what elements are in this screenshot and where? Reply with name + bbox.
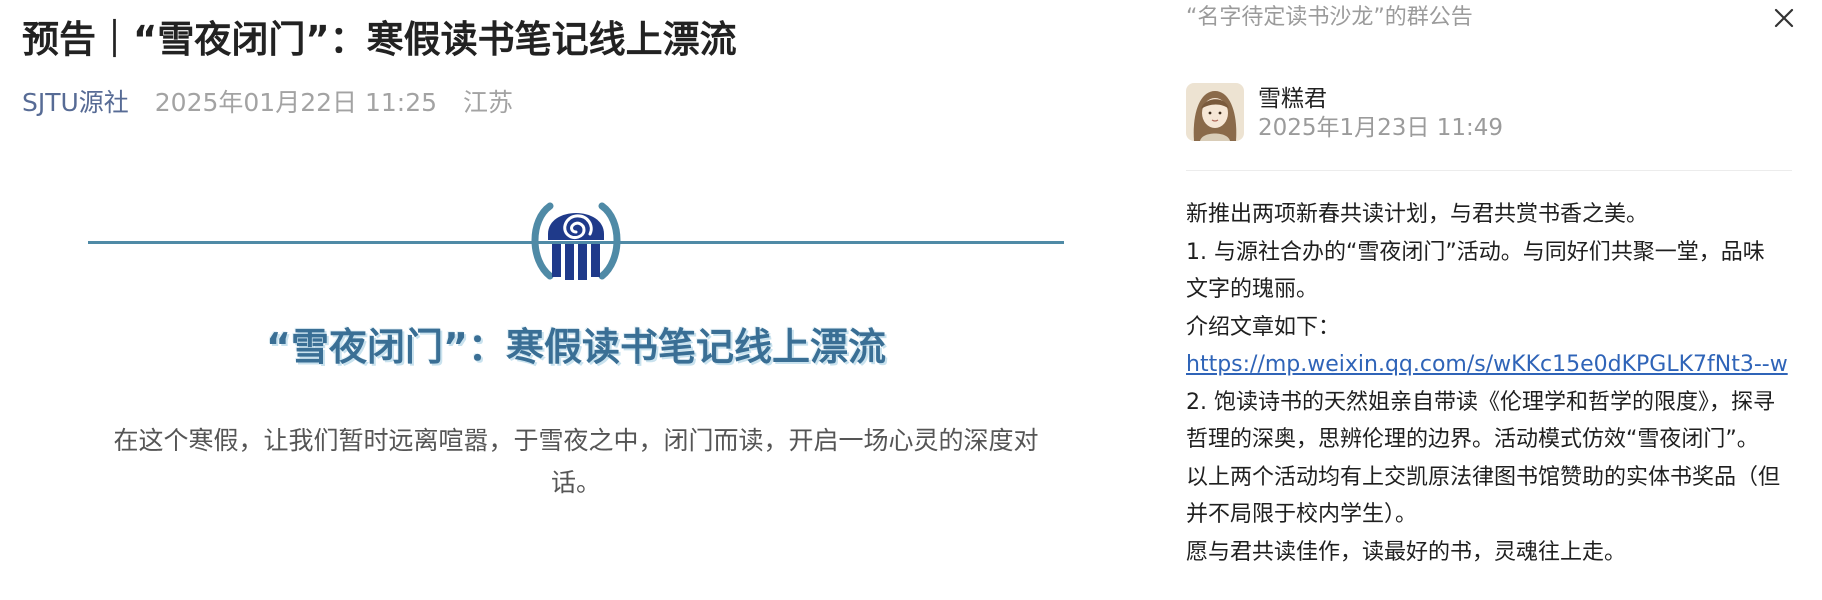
announcement-content: 新推出两项新春共读计划，与君共赏书香之美。 1. 与源社合办的“雪夜闭门”活动。… — [1186, 196, 1806, 571]
close-button[interactable] — [1766, 2, 1800, 36]
article-title: 预告｜“雪夜闭门”：寒假读书笔记线上漂流 — [22, 18, 737, 61]
announcement-line: 介绍文章如下： — [1186, 314, 1341, 340]
close-icon — [1774, 8, 1794, 28]
panel-divider — [1186, 170, 1792, 171]
article-meta: SJTU源社 2025年01月22日 11:25 江苏 — [22, 86, 513, 120]
author-link[interactable]: SJTU源社 — [22, 88, 129, 117]
announcement-line: 文字的瑰丽。 — [1186, 277, 1319, 302]
publish-location: 江苏 — [462, 88, 513, 117]
announcement-line: 愿与君共读佳作，读最好的书，灵魂往上走。 — [1186, 539, 1627, 565]
announcement-line: 以上两个活动均有上交凯原法律图书馆赞助的实体书奖品（但 — [1186, 464, 1781, 490]
announcement-line: 哲理的深奥，思辨伦理的边界。活动模式仿效“雪夜闭门”。 — [1186, 427, 1759, 452]
banner-title: “雪夜闭门”：寒假读书笔记线上漂流 — [266, 325, 886, 369]
avatar[interactable] — [1186, 83, 1244, 141]
spiral-seal-logo-icon — [520, 194, 632, 288]
post-timestamp: 2025年1月23日 11:49 — [1258, 115, 1504, 141]
poster-name: 雪糕君 — [1258, 86, 1327, 112]
announcement-line: 新推出两项新春共读计划，与君共赏书香之美。 — [1186, 202, 1649, 227]
panel-title: “名字待定读书沙龙”的群公告 — [1186, 5, 1473, 30]
article-url-link[interactable]: https://mp.weixin.qq.com/s/wKKc15e0dKPGL… — [1186, 346, 1806, 384]
announcement-line: 并不局限于校内学生）。 — [1186, 502, 1418, 527]
group-announcement-panel: “名字待定读书沙龙”的群公告 雪糕君 2025年1月23日 11:49 新推出两… — [1180, 0, 1822, 600]
publish-date: 2025年01月22日 11:25 — [154, 88, 438, 117]
announcement-line: 2. 饱读诗书的天然姐亲自带读《伦理学和哲学的限度》，探寻 — [1186, 389, 1775, 415]
banner-description: 在这个寒假，让我们暂时远离喧嚣，于雪夜之中，闭门而读，开启一场心灵的深度对话。 — [113, 426, 1039, 497]
announcement-line: 1. 与源社合办的“雪夜闭门”活动。与同好们共聚一堂，品味 — [1186, 239, 1765, 265]
article: 预告｜“雪夜闭门”：寒假读书笔记线上漂流 SJTU源社 2025年01月22日 … — [0, 0, 1180, 600]
